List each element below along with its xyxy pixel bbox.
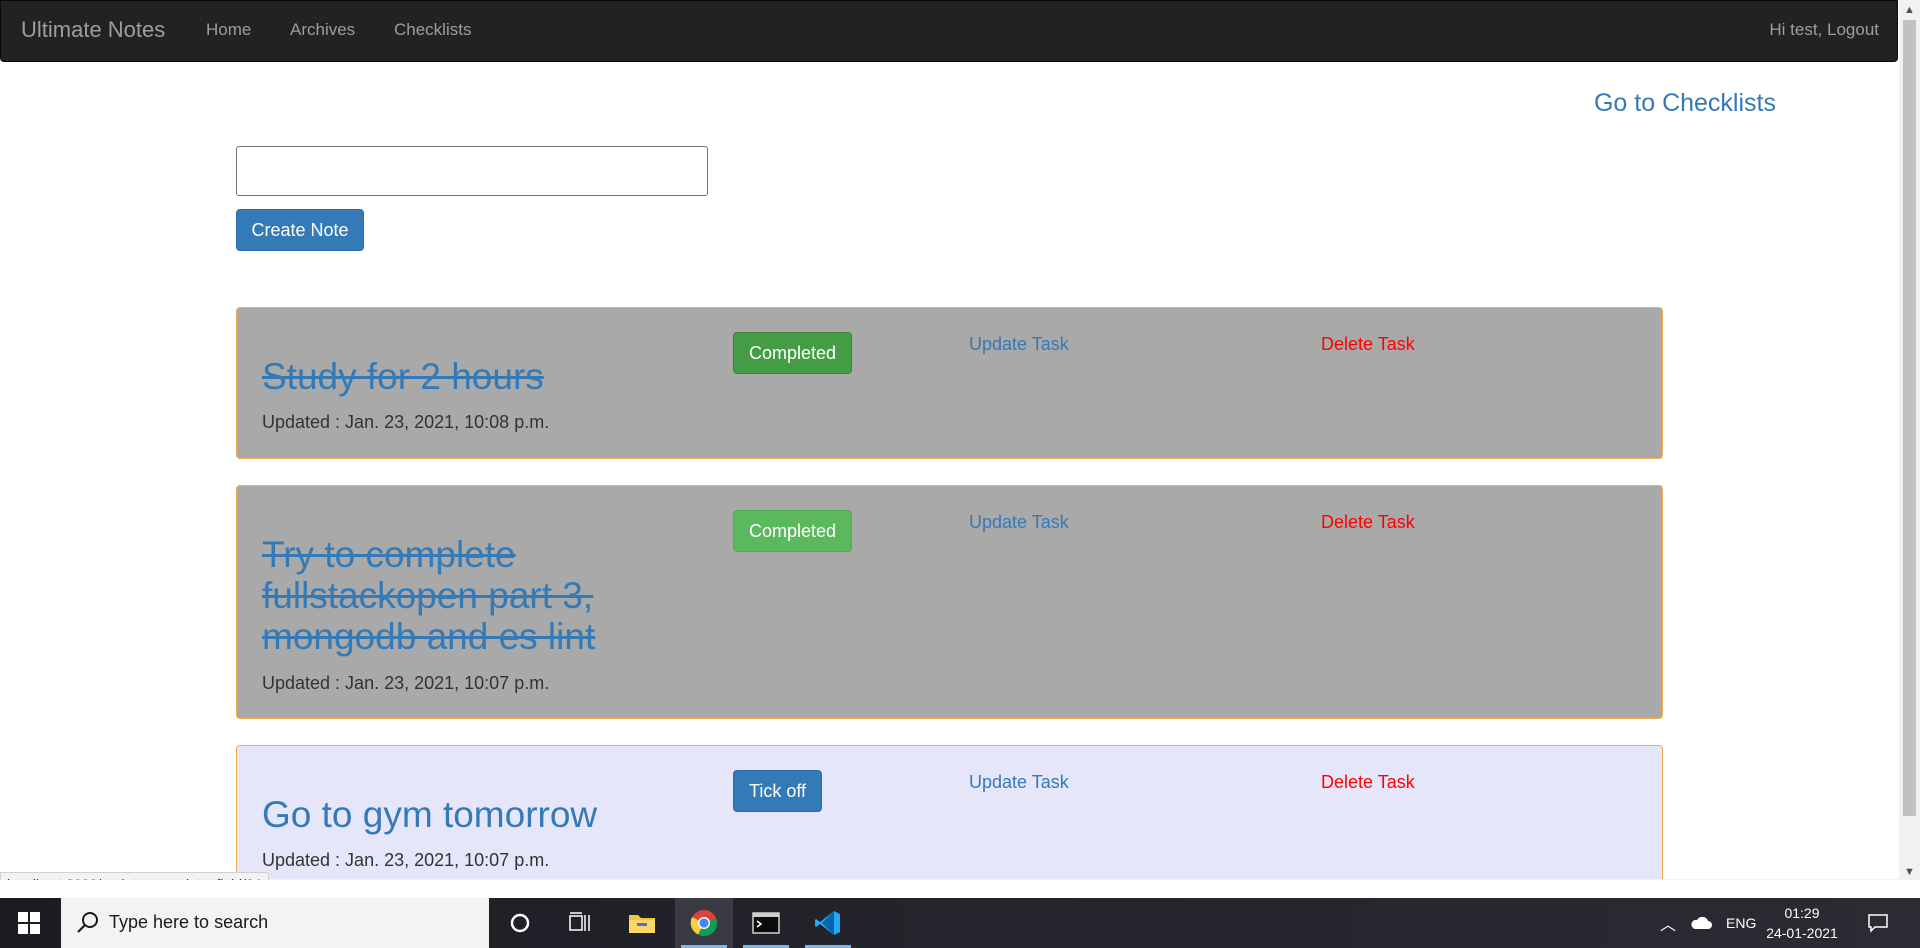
- note-updated-time: Updated : Jan. 23, 2021, 10:07 p.m.: [262, 673, 550, 693]
- note-updated-time: Updated : Jan. 23, 2021, 10:08 p.m.: [262, 412, 550, 432]
- scroll-down-arrow-icon[interactable]: ▼: [1904, 866, 1915, 878]
- delete-task-link[interactable]: Delete Task: [1321, 772, 1415, 793]
- system-tray: ︿ ENG: [1660, 898, 1756, 948]
- task-view-icon[interactable]: [551, 898, 609, 948]
- terminal-icon[interactable]: [737, 898, 795, 948]
- notifications-icon[interactable]: [1850, 898, 1906, 948]
- nav-archives-link[interactable]: Archives: [290, 20, 355, 40]
- vertical-scroll-thumb[interactable]: [1903, 20, 1916, 816]
- note-title[interactable]: Go to gym tomorrow: [262, 794, 597, 835]
- file-explorer-icon[interactable]: [613, 898, 671, 948]
- delete-task-link[interactable]: Delete Task: [1321, 512, 1415, 533]
- start-button[interactable]: [0, 898, 58, 948]
- note-card: Study for 2 hours Updated : Jan. 23, 202…: [236, 307, 1663, 459]
- horizontal-scrollbar[interactable]: ▶: [0, 879, 1899, 880]
- note-card: Try to complete fullstackopen part 3, mong…: [236, 485, 1663, 719]
- vertical-scrollbar[interactable]: ▲ ▼: [1899, 0, 1920, 880]
- onedrive-icon[interactable]: [1690, 916, 1713, 930]
- user-logout-link[interactable]: Hi test, Logout: [1769, 20, 1879, 40]
- scroll-up-arrow-icon[interactable]: ▲: [1904, 4, 1915, 16]
- update-task-link[interactable]: Update Task: [969, 772, 1069, 793]
- note-updated-time: Updated : Jan. 23, 2021, 10:07 p.m.: [262, 850, 550, 870]
- chrome-icon[interactable]: [675, 898, 733, 948]
- create-note-button[interactable]: Create Note: [236, 209, 364, 251]
- delete-task-link[interactable]: Delete Task: [1321, 334, 1415, 355]
- tick-off-button[interactable]: Tick off: [733, 770, 823, 812]
- note-input[interactable]: [236, 146, 708, 196]
- search-icon: [77, 912, 98, 933]
- note-title[interactable]: Try to complete fullstackopen part 3, mong…: [262, 534, 595, 657]
- status-bar-url: localhost:8000/update_complete_field/94: [0, 872, 269, 880]
- language-indicator[interactable]: ENG: [1726, 915, 1756, 931]
- update-task-link[interactable]: Update Task: [969, 334, 1069, 355]
- taskbar-search-box[interactable]: Type here to search: [61, 898, 489, 948]
- note-title[interactable]: Study for 2 hours: [262, 356, 544, 397]
- taskbar-clock[interactable]: 01:29 24-01-2021: [1758, 903, 1846, 943]
- cortana-icon[interactable]: [491, 898, 549, 948]
- windows-taskbar: Type here to search ︿ ENG 01:29 24-01-20…: [0, 898, 1920, 948]
- note-card: Go to gym tomorrow Updated : Jan. 23, 20…: [236, 745, 1663, 880]
- windows-logo-icon: [18, 912, 40, 934]
- nav-home-link[interactable]: Home: [206, 20, 251, 40]
- completed-button[interactable]: Completed: [733, 332, 853, 374]
- completed-button[interactable]: Completed: [733, 510, 853, 552]
- update-task-link[interactable]: Update Task: [969, 512, 1069, 533]
- nav-checklists-link[interactable]: Checklists: [394, 20, 471, 40]
- clock-date: 24-01-2021: [1766, 925, 1838, 941]
- navbar: Ultimate Notes Home Archives Checklists …: [0, 0, 1898, 62]
- show-hidden-icons-chevron-icon[interactable]: ︿: [1660, 911, 1676, 935]
- vscode-icon[interactable]: [799, 898, 857, 948]
- clock-time: 01:29: [1784, 905, 1820, 921]
- brand-link[interactable]: Ultimate Notes: [21, 17, 165, 43]
- browser-viewport: Ultimate Notes Home Archives Checklists …: [0, 0, 1899, 880]
- go-to-checklists-link[interactable]: Go to Checklists: [1594, 89, 1776, 118]
- search-placeholder: Type here to search: [109, 912, 269, 932]
